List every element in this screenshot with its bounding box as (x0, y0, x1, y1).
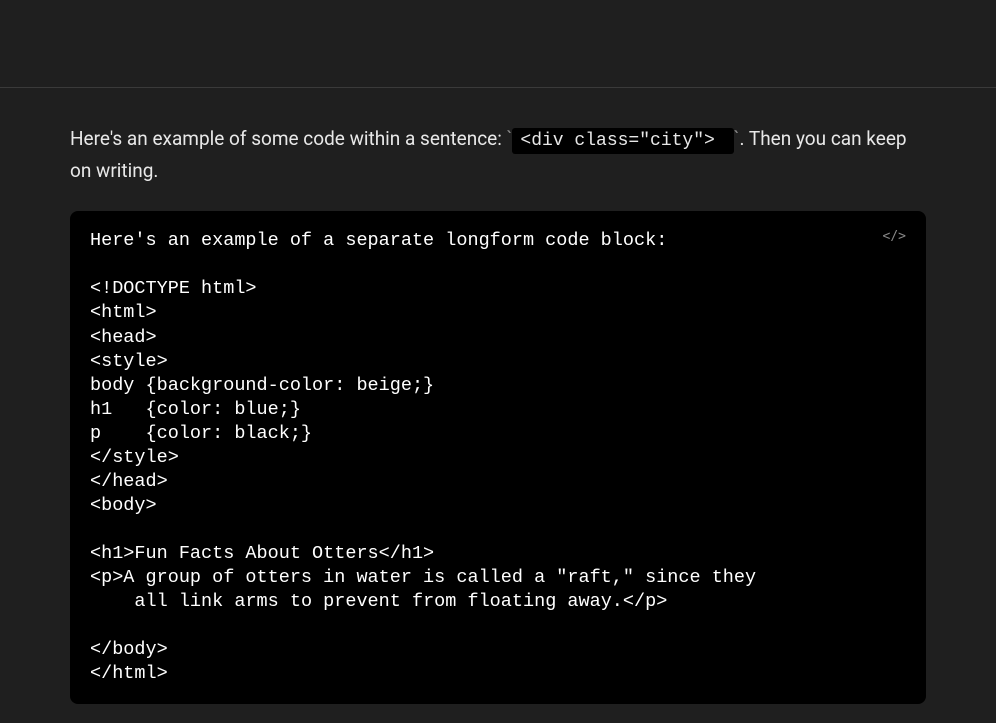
code-icon[interactable]: </> (883, 229, 906, 244)
content-area: Here's an example of some code within a … (0, 88, 996, 704)
intro-text-before: Here's an example of some code within a … (70, 127, 507, 150)
top-bar (0, 0, 996, 88)
code-content: Here's an example of a separate longform… (90, 229, 906, 686)
code-block: </> Here's an example of a separate long… (70, 211, 926, 704)
inline-code-snippet: <div class="city"> (512, 128, 733, 154)
intro-paragraph: Here's an example of some code within a … (70, 124, 926, 185)
